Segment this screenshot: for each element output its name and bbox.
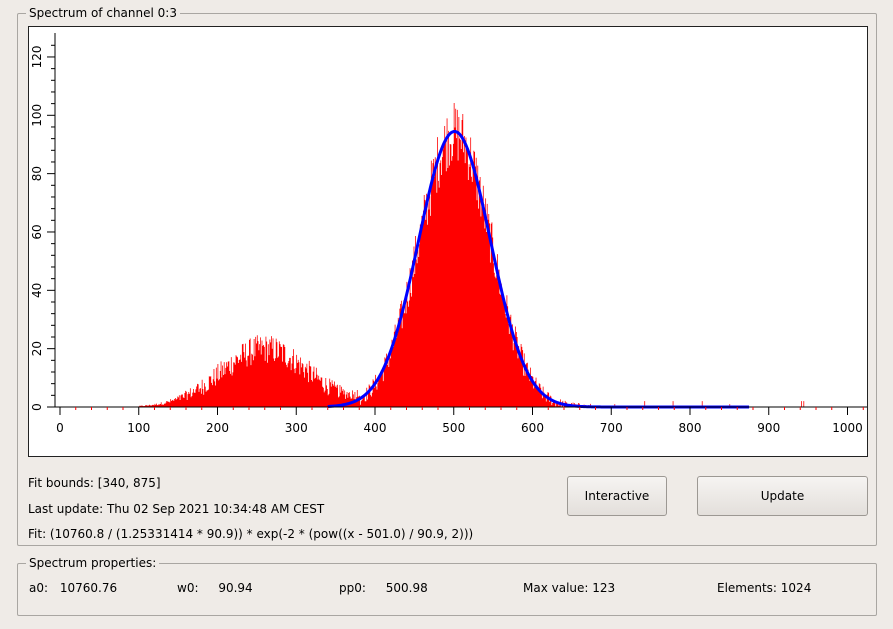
x-tick-label: 700 [600,421,623,435]
pp0-property: pp0: 500.98 [339,581,428,595]
a0-property: a0: 10760.76 [29,581,117,595]
w0-property: w0: 90.94 [177,581,253,595]
interactive-button[interactable]: Interactive [567,476,667,516]
update-button[interactable]: Update [697,476,868,516]
pp0-value: 500.98 [385,581,428,595]
y-tick-label: 80 [30,166,44,181]
fit-bounds-label: Fit bounds: [340, 875] [28,476,161,490]
x-tick-label: 200 [206,421,229,435]
last-update-label: Last update: Thu 02 Sep 2021 10:34:48 AM… [28,502,325,516]
y-tick-label: 120 [30,46,44,69]
w0-label: w0: [177,581,199,595]
x-tick-label: 400 [364,421,387,435]
x-tick-label: 900 [757,421,780,435]
elements-label: Elements: 1024 [717,581,812,595]
y-tick-label: 20 [30,341,44,356]
y-tick-label: 60 [30,224,44,239]
spectrum-panel: Spectrum of channel 0:3 0 100 200 300 400 500… [17,6,877,546]
spectrum-plot[interactable]: 0 100 200 300 400 500 600 700 800 900 1000 0 20 40 60 8… [28,26,868,457]
x-tick-label: 500 [442,421,465,435]
pp0-label: pp0: [339,581,366,595]
x-tick-label: 1000 [832,421,863,435]
y-tick-label: 100 [30,104,44,127]
a0-label: a0: [29,581,49,595]
histogram-bins [138,103,805,407]
max-value-label: Max value: 123 [523,581,616,595]
a0-value: 10760.76 [59,581,118,595]
x-tick-label: 600 [521,421,544,435]
y-tick-label: 0 [30,403,44,411]
spectrum-panel-title: Spectrum of channel 0:3 [26,6,180,20]
x-tick-label: 0 [56,421,64,435]
spectrum-properties-title: Spectrum properties: [26,556,160,570]
fit-formula-label: Fit: (10760.8 / (1.25331414 * 90.9)) * e… [28,527,474,541]
x-tick-label: 300 [285,421,308,435]
w0-value: 90.94 [218,581,253,595]
spectrum-chart-svg: 0 100 200 300 400 500 600 700 800 900 1000 0 20 40 60 8… [30,33,867,435]
x-tick-label: 100 [127,421,150,435]
spectrum-properties-panel: Spectrum properties: a0: 10760.76 w0: 90… [17,556,877,616]
histogram-bars [138,103,805,407]
y-tick-label: 40 [30,283,44,298]
x-tick-label: 800 [679,421,702,435]
